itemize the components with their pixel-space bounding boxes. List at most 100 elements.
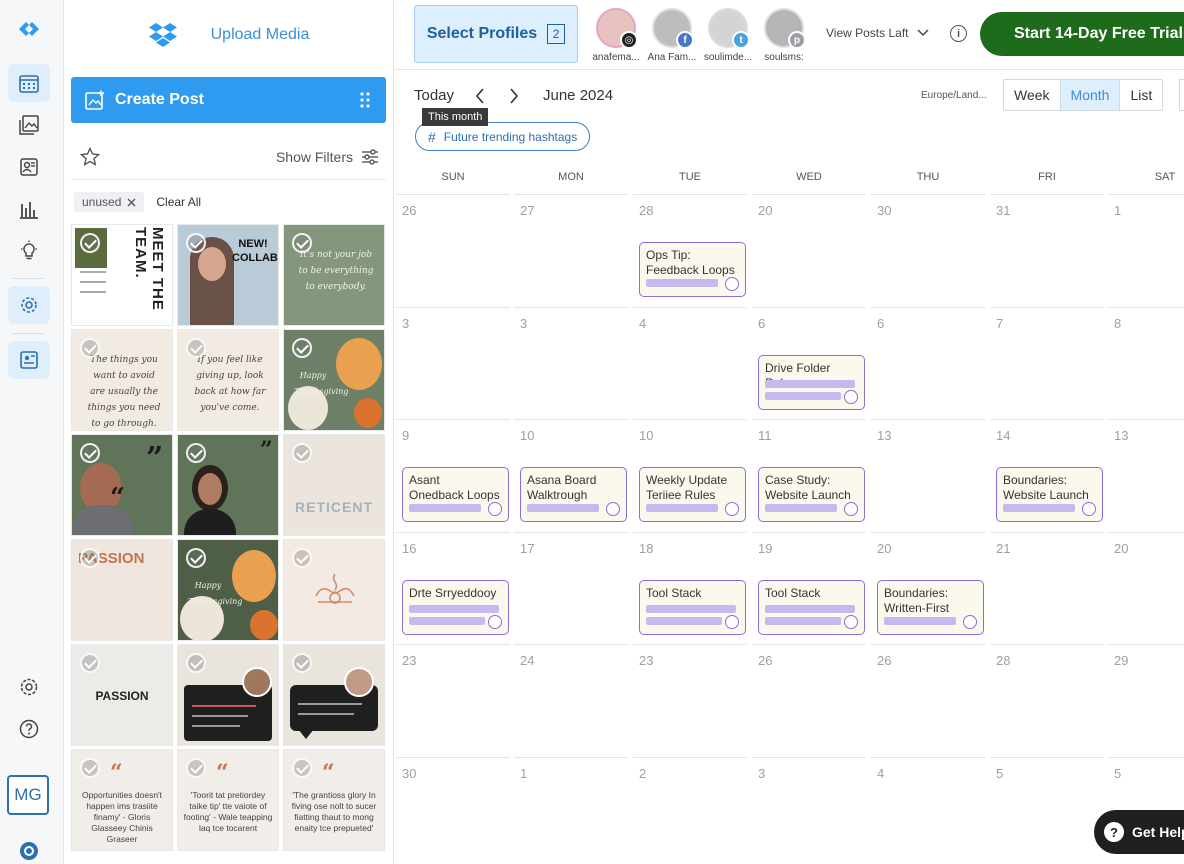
- view-switcher-overflow[interactable]: [1179, 79, 1184, 111]
- settings-icon[interactable]: [8, 668, 50, 706]
- select-check-icon[interactable]: [186, 548, 206, 568]
- help-circle-icon[interactable]: [8, 710, 50, 748]
- calendar-day-cell[interactable]: 3: [514, 306, 628, 420]
- calendar-day-cell[interactable]: 6: [871, 306, 985, 420]
- scheduled-post-card[interactable]: Drte Srryeddooy: [402, 579, 509, 635]
- post-manager-icon[interactable]: [8, 341, 50, 379]
- calendar-day-cell[interactable]: 26: [396, 194, 510, 307]
- show-filters-button[interactable]: Show Filters: [276, 149, 353, 165]
- profiles-icon[interactable]: [8, 148, 50, 186]
- calendar-day-cell[interactable]: 26: [752, 644, 866, 757]
- calendar-day-cell[interactable]: 24: [514, 644, 628, 757]
- select-check-icon[interactable]: [80, 443, 100, 463]
- select-check-icon[interactable]: [80, 548, 100, 568]
- select-check-icon[interactable]: [186, 653, 206, 673]
- scheduled-post-card[interactable]: Tool Stack: [758, 579, 865, 635]
- media-tile[interactable]: It's not your job to be everything to ev…: [283, 224, 385, 326]
- drag-grip-icon[interactable]: [360, 92, 370, 108]
- media-tile[interactable]: The things you want to avoid are usually…: [71, 329, 173, 431]
- timezone-selector[interactable]: Europe/Land...: [921, 90, 987, 101]
- calendar-day-cell[interactable]: 26: [871, 644, 985, 757]
- view-list-button[interactable]: List: [1120, 80, 1162, 110]
- view-month-button[interactable]: Month: [1060, 80, 1121, 110]
- scheduled-post-card[interactable]: Boundaries: Written-First: [877, 579, 984, 635]
- calendar-day-cell[interactable]: 17: [514, 531, 628, 645]
- star-icon[interactable]: [80, 147, 100, 166]
- media-tile[interactable]: NEW! COLLAB: [177, 224, 279, 326]
- select-check-icon[interactable]: [292, 443, 312, 463]
- calendar-day-cell[interactable]: 20: [752, 194, 866, 307]
- calendar-day-cell[interactable]: 5: [990, 756, 1104, 864]
- media-tile[interactable]: PASSION: [71, 539, 173, 641]
- calendar-day-cell[interactable]: 3: [396, 306, 510, 420]
- select-check-icon[interactable]: [186, 233, 206, 253]
- hashtag-settings-icon[interactable]: [8, 286, 50, 324]
- scheduled-post-card[interactable]: Weekly Update Teriiee Rules: [639, 467, 746, 522]
- select-check-icon[interactable]: [80, 233, 100, 253]
- logo-icon[interactable]: [8, 10, 50, 48]
- today-button[interactable]: Today: [414, 87, 454, 104]
- media-tile[interactable]: [283, 539, 385, 641]
- select-check-icon[interactable]: [80, 758, 100, 778]
- select-check-icon[interactable]: [80, 653, 100, 673]
- account-switch-icon[interactable]: [8, 832, 50, 864]
- media-tile[interactable]: “ 'The grantioss glory In fiving ose nol…: [283, 749, 385, 851]
- media-tile[interactable]: PASSION: [71, 644, 173, 746]
- scheduled-post-card[interactable]: Asana Board Walktrough: [520, 467, 627, 522]
- analytics-icon[interactable]: [8, 190, 50, 228]
- scheduled-post-card[interactable]: Case Study: Website Launch: [758, 467, 865, 522]
- profile-avatar-pinterest[interactable]: p soulsms:: [756, 8, 812, 63]
- media-tile[interactable]: Happy Thanksgiving: [283, 329, 385, 431]
- calendar-day-cell[interactable]: 13: [871, 419, 985, 532]
- chevron-right-icon[interactable]: [509, 88, 519, 104]
- calendar-day-cell[interactable]: 28: [990, 644, 1104, 757]
- media-tile[interactable]: “ Opportunities doesn't happen ims trasi…: [71, 749, 173, 851]
- media-tile[interactable]: If you feel like giving up, look back at…: [177, 329, 279, 431]
- calendar-day-cell[interactable]: 21: [990, 531, 1104, 645]
- media-tile[interactable]: [177, 644, 279, 746]
- calendar-day-cell[interactable]: 13: [1108, 419, 1184, 532]
- media-tile[interactable]: RETICENT: [283, 434, 385, 536]
- calendar-day-cell[interactable]: 2: [633, 756, 747, 864]
- clear-all-button[interactable]: Clear All: [156, 195, 201, 209]
- calendar-day-cell[interactable]: 1: [1108, 194, 1184, 307]
- get-help-button[interactable]: ? Get Help: [1094, 810, 1184, 854]
- profile-avatar-instagram[interactable]: ◎ anafema...: [588, 8, 644, 63]
- media-library-icon[interactable]: [8, 106, 50, 144]
- calendar-day-cell[interactable]: 30: [396, 756, 510, 864]
- start-trial-button[interactable]: Start 14-Day Free Trial: [980, 12, 1184, 56]
- chevron-left-icon[interactable]: [475, 88, 485, 104]
- create-post-button[interactable]: Create Post: [71, 77, 386, 123]
- filter-chip-unused[interactable]: unused: [74, 192, 145, 212]
- scheduled-post-card[interactable]: Tool Stack: [639, 579, 746, 635]
- filter-sliders-icon[interactable]: [361, 148, 379, 165]
- calendar-day-cell[interactable]: 3: [752, 756, 866, 864]
- media-tile[interactable]: ” “: [71, 434, 173, 536]
- scheduled-post-card[interactable]: Ops Tip: Feedback Loops: [639, 242, 746, 297]
- calendar-day-cell[interactable]: 7: [990, 306, 1104, 420]
- media-tile[interactable]: ”: [177, 434, 279, 536]
- select-check-icon[interactable]: [292, 338, 312, 358]
- select-check-icon[interactable]: [186, 758, 206, 778]
- calendar-icon[interactable]: [8, 64, 50, 102]
- calendar-day-cell[interactable]: 27: [514, 194, 628, 307]
- ideas-icon[interactable]: [8, 232, 50, 270]
- calendar-day-cell[interactable]: 1: [514, 756, 628, 864]
- select-check-icon[interactable]: [186, 443, 206, 463]
- calendar-day-cell[interactable]: 4: [871, 756, 985, 864]
- select-check-icon[interactable]: [186, 338, 206, 358]
- view-posts-dropdown[interactable]: View Posts Laft: [826, 26, 929, 40]
- close-icon[interactable]: [127, 198, 136, 207]
- calendar-day-cell[interactable]: 20: [1108, 531, 1184, 645]
- scheduled-post-card[interactable]: Asant Onedback Loops: [402, 467, 509, 522]
- select-check-icon[interactable]: [80, 338, 100, 358]
- user-avatar[interactable]: MG: [7, 775, 49, 815]
- select-check-icon[interactable]: [292, 758, 312, 778]
- calendar-day-cell[interactable]: 23: [396, 644, 510, 757]
- calendar-day-cell[interactable]: 31: [990, 194, 1104, 307]
- calendar-day-cell[interactable]: 29: [1108, 644, 1184, 757]
- scheduled-post-card[interactable]: Boundaries: Website Launch: [996, 467, 1103, 522]
- calendar-day-cell[interactable]: 8: [1108, 306, 1184, 420]
- media-tile[interactable]: Happy Thanksgiving: [177, 539, 279, 641]
- info-icon[interactable]: i: [950, 25, 967, 42]
